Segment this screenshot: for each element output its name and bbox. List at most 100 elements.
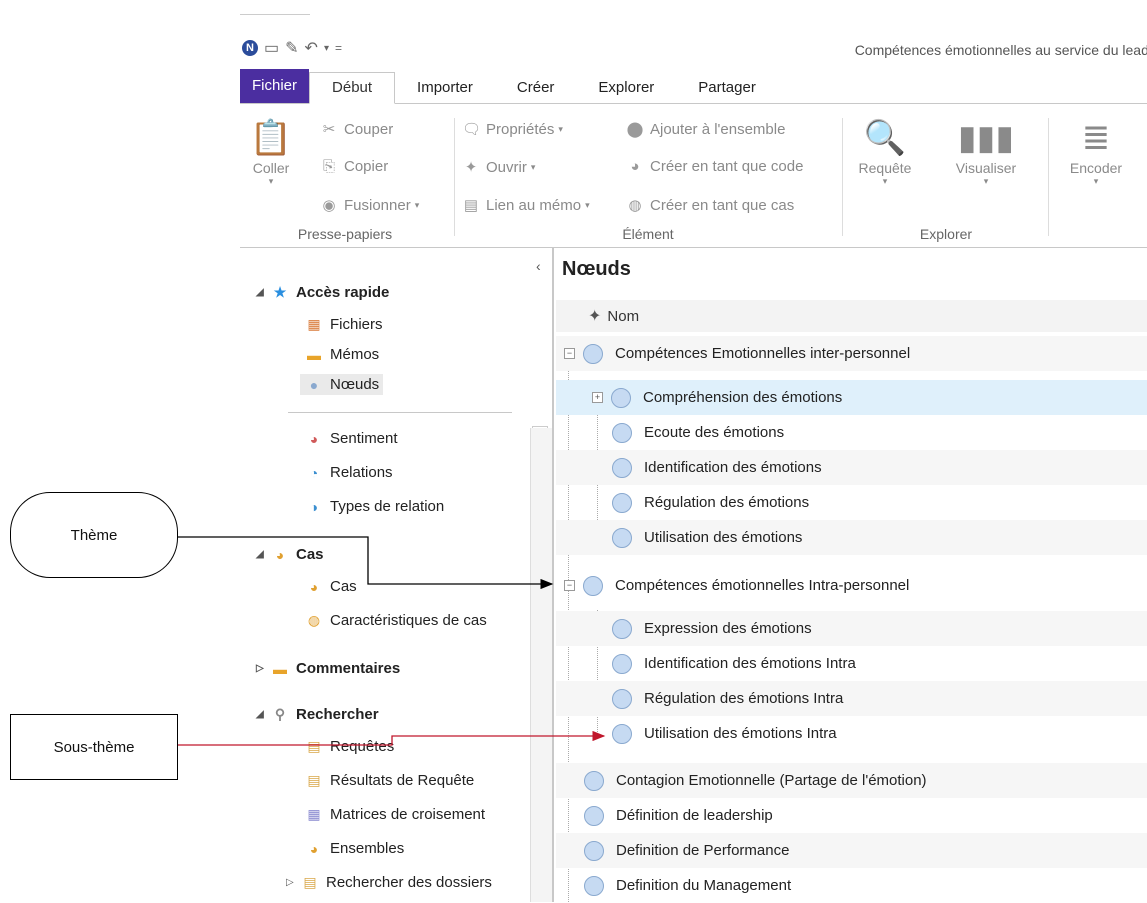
tree-row[interactable]: Identification des émotions Intra: [556, 646, 1147, 681]
sidebar-item-label: Cas: [330, 578, 357, 595]
cut-button[interactable]: ✂ Couper: [320, 120, 394, 139]
open-dropdown-icon: ▾: [530, 161, 536, 172]
add-to-set-label: Ajouter à l'ensemble: [650, 120, 786, 138]
sidebar-item-queries[interactable]: ▤ Requêtes: [304, 738, 394, 755]
query-button[interactable]: 🔍 Requête ▾: [850, 116, 920, 187]
collapsed-triangle-icon[interactable]: ▷: [286, 877, 300, 888]
collapsed-triangle-icon[interactable]: ▷: [256, 663, 270, 674]
collapse-node-icon[interactable]: −: [564, 348, 575, 359]
tree-row[interactable]: − Compétences émotionnelles Intra-personn…: [556, 568, 1147, 603]
sidebar-item-files[interactable]: ▦ Fichiers: [304, 316, 383, 333]
tree-row[interactable]: Identification des émotions: [556, 450, 1147, 485]
app-logo-icon[interactable]: N: [242, 40, 258, 56]
link-memo-button[interactable]: ▤ Lien au mémo ▾: [462, 196, 590, 215]
node-circle-icon: [583, 343, 603, 364]
node-circle-icon: [611, 387, 631, 408]
node-label: Régulation des émotions: [644, 494, 810, 511]
link-memo-label: Lien au mémo: [486, 196, 582, 214]
star-icon: ★: [273, 284, 287, 300]
sidebar-item-sets[interactable]: ◕ Ensembles: [304, 840, 404, 857]
tab-explore[interactable]: Explorer: [576, 73, 676, 103]
expanded-triangle-icon[interactable]: ◢: [256, 287, 270, 298]
copy-button[interactable]: ⎘ Copier: [320, 158, 388, 175]
encode-button[interactable]: ≣ Encoder ▾: [1056, 116, 1136, 187]
tree-row[interactable]: Contagion Emotionnelle (Partage de l'émo…: [556, 763, 1147, 798]
tree-row[interactable]: + Compréhension des émotions: [556, 380, 1147, 415]
ribbon-separator: [454, 118, 455, 236]
sidebar-item-label: Fichiers: [330, 316, 383, 333]
expanded-triangle-icon[interactable]: ◢: [256, 709, 270, 720]
node-circle-icon: [612, 527, 632, 548]
sidebar-item-memos[interactable]: ▬ Mémos: [304, 346, 379, 363]
sidebar-item-relation-types[interactable]: ◑ Types de relation: [304, 498, 444, 515]
add-to-set-button[interactable]: ⬤ Ajouter à l'ensemble: [626, 120, 786, 139]
sidebar-item-nodes[interactable]: ● Nœuds: [300, 374, 384, 395]
properties-dropdown-icon: ▾: [558, 123, 563, 134]
node-circle-icon: [584, 875, 604, 896]
tab-create[interactable]: Créer: [495, 73, 577, 103]
sidebar-item-label: Nœuds: [330, 376, 380, 393]
node-label: Compréhension des émotions: [643, 389, 843, 406]
undo-icon[interactable]: ↶: [305, 38, 318, 58]
customize-toolbar-icon[interactable]: =: [335, 41, 342, 55]
undo-dropdown-icon[interactable]: ▾: [324, 43, 329, 54]
column-name-header[interactable]: Nom: [607, 308, 639, 325]
sidebar-item-query-results[interactable]: ▤ Résultats de Requête: [304, 772, 474, 789]
files-icon: ▦: [307, 316, 321, 332]
pin-icon[interactable]: ✦: [588, 306, 601, 326]
sidebar-item-sentiment[interactable]: ◕ Sentiment: [304, 430, 398, 447]
sidebar-group-label: Cas: [296, 546, 324, 563]
tree-row[interactable]: Expression des émotions: [556, 611, 1147, 646]
open-button[interactable]: ✦ Ouvrir ▾: [462, 158, 536, 177]
collapse-sidebar-icon[interactable]: ‹: [536, 258, 541, 274]
tree-row[interactable]: Definition de Performance: [556, 833, 1147, 868]
sidebar-item-matrices[interactable]: ▦ Matrices de croisement: [304, 806, 485, 823]
create-as-code-label: Créer en tant que code: [650, 158, 804, 175]
window-title: Compétences émotionnelles au service du …: [854, 42, 1147, 58]
merge-button[interactable]: ◉ Fusionner ▾: [320, 196, 419, 215]
sidebar-item-case-characteristics[interactable]: ◍ Caractéristiques de cas: [304, 612, 487, 629]
sidebar-group-search[interactable]: ◢ ⚲ Rechercher: [256, 706, 379, 723]
tab-share[interactable]: Partager: [676, 73, 778, 103]
sidebar-item-cases[interactable]: ◕ Cas: [304, 578, 357, 595]
expand-node-icon[interactable]: +: [592, 392, 603, 403]
subtheme-callout: Sous-thème: [10, 714, 178, 780]
tree-row[interactable]: Utilisation des émotions Intra: [556, 716, 1147, 751]
tree-row[interactable]: Régulation des émotions Intra: [556, 681, 1147, 716]
sidebar-item-search-folders[interactable]: ▷ ▤ Rechercher des dossiers: [286, 874, 492, 891]
node-circle-icon: [612, 653, 632, 674]
tab-file[interactable]: Fichier: [240, 69, 310, 103]
copy-icon: ⎘: [322, 158, 335, 175]
tree-row[interactable]: Ecoute des émotions: [556, 415, 1147, 450]
node-circle-icon: [612, 457, 632, 478]
visualize-button[interactable]: ▮▮▮ Visualiser ▾: [946, 116, 1026, 187]
save-icon[interactable]: ▭: [264, 38, 279, 58]
sidebar-scrollbar[interactable]: [530, 428, 552, 902]
sidebar-group-comments[interactable]: ▷ ▬ Commentaires: [256, 660, 400, 677]
cases-icon: ◕: [275, 546, 285, 563]
sidebar-item-label: Types de relation: [330, 498, 445, 515]
sidebar-group-quick-access[interactable]: ◢ ★ Accès rapide: [256, 284, 389, 301]
sidebar-item-label: Caractéristiques de cas: [330, 612, 487, 629]
expanded-triangle-icon[interactable]: ◢: [256, 549, 270, 560]
paste-button[interactable]: 📋 Coller ▾: [246, 116, 296, 187]
encode-label: Encoder: [1069, 160, 1123, 176]
case-icon: ◕: [309, 578, 319, 595]
tab-home[interactable]: Début: [309, 72, 396, 104]
tree-row[interactable]: Definition du Management: [556, 868, 1147, 903]
create-as-case-button[interactable]: ◍ Créer en tant que cas: [626, 196, 794, 215]
sidebar-group-cases[interactable]: ◢ ◕ Cas: [256, 546, 324, 563]
tree-row[interactable]: − Compétences Emotionnelles inter-personn…: [556, 336, 1147, 371]
edit-pen-icon[interactable]: ✎: [285, 38, 298, 58]
sidebar-item-label: Ensembles: [330, 840, 405, 857]
tree-row[interactable]: Régulation des émotions: [556, 485, 1147, 520]
tab-import[interactable]: Importer: [395, 73, 495, 103]
properties-button[interactable]: 🗨 Propriétés ▾: [462, 120, 563, 139]
sidebar-item-relations[interactable]: ◔ Relations: [304, 464, 393, 481]
tree-row[interactable]: Définition de leadership: [556, 798, 1147, 833]
collapse-node-icon[interactable]: −: [564, 580, 575, 591]
sentiment-icon: ◕: [309, 430, 319, 447]
merge-icon: ◉: [322, 197, 336, 214]
tree-row[interactable]: Utilisation des émotions: [556, 520, 1147, 555]
create-as-code-button[interactable]: ◕ Créer en tant que code: [626, 158, 803, 175]
